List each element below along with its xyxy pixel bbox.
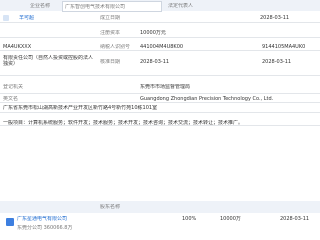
company-name-label: 企业名称 <box>30 3 51 9</box>
shareholder-date: 2028-03-11 <box>280 216 310 222</box>
legal-rep-label-top: 法定代表人 <box>168 3 194 9</box>
legal-rep-name[interactable]: 羊可超 <box>19 15 34 21</box>
approve-date: 2028-03-11 <box>140 59 170 65</box>
register-org-label: 登记机关 <box>3 84 24 90</box>
approve-date-2: 2028-03-11 <box>262 59 292 65</box>
address: 广东省东莞市松山湖高新技术产业开发区新竹路4号新竹苑10栋101室 <box>3 105 158 111</box>
company-type: 有限责任公司（自然人投资或控股的法人独资） <box>3 55 93 67</box>
shareholder-name[interactable]: 广东星通电气有限公司 <box>17 216 67 222</box>
establish-date-label: 成立日期 <box>100 15 121 21</box>
establish-date: 2028-03-11 <box>260 15 290 21</box>
shareholder-header <box>0 201 320 213</box>
register-org: 东莞市市场监督管理局 <box>140 84 191 90</box>
english-name-label: 英文名 <box>3 96 19 102</box>
reg-capital-label: 注册资本 <box>100 30 121 36</box>
avatar <box>3 15 9 21</box>
company-logo-icon <box>6 218 14 226</box>
tax-id-2: 9144105MA4UK0 <box>262 44 306 50</box>
credit-code: MA4UKXXX <box>3 44 32 50</box>
company-name: 广东智创电气技术有限公司 <box>65 4 126 10</box>
shareholder-amount: 10000万 <box>220 216 241 222</box>
taxpayer-id: 441004M4U8K00 <box>140 44 184 50</box>
approve-date-label: 核准日期 <box>100 59 121 65</box>
company-name-box: 广东智创电气技术有限公司 <box>62 1 162 12</box>
taxpayer-id-label: 纳税人识别号 <box>100 44 131 50</box>
shareholder-sub: 东莞分公司 360066.8万 <box>17 225 73 231</box>
reg-capital: 10000万元 <box>140 30 166 36</box>
english-name: Guangdong Zhongdian Precision Technology… <box>140 96 274 102</box>
business-scope: 一般项目：计算机系统服务；软件开发；技术服务；技术开发；技术咨询；技术交流；技术… <box>3 120 244 126</box>
shareholder-ratio: 100% <box>182 216 197 222</box>
